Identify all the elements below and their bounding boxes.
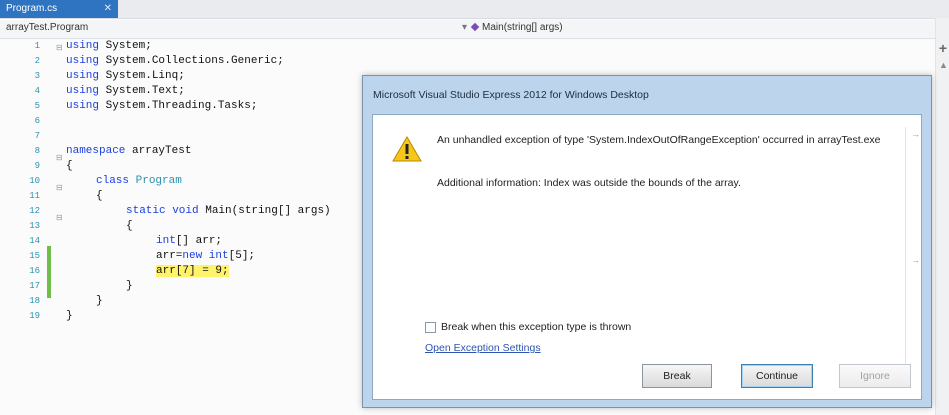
code-line[interactable]: int[] arr; [156, 235, 222, 247]
line-number: 11 [29, 191, 40, 201]
code-line[interactable]: using System.Collections.Generic; [66, 55, 284, 67]
code-line[interactable]: using System; [66, 40, 152, 52]
chevron-down-icon: ▾ [462, 22, 468, 33]
line-number: 2 [34, 56, 40, 66]
code-line[interactable]: using System.Linq; [66, 70, 185, 82]
arrow-right-icon[interactable]: → [911, 255, 920, 265]
code-line[interactable]: arr=new int[5]; [156, 250, 255, 262]
line-number: 6 [34, 116, 40, 126]
arrow-right-icon[interactable]: → [911, 129, 920, 139]
dialog-divider [905, 127, 906, 387]
line-number: 18 [29, 296, 40, 306]
code-line[interactable]: static void Main(string[] args) [126, 205, 331, 217]
line-number: 15 [29, 251, 40, 261]
line-number: 12 [29, 206, 40, 216]
dialog-title: Microsoft Visual Studio Express 2012 for… [373, 89, 649, 101]
change-bar [47, 246, 51, 298]
break-on-exception-checkbox[interactable] [425, 322, 436, 333]
navigation-bar: arrayTest.Program ▾ Main(string[] args) [0, 20, 935, 39]
code-line[interactable]: { [126, 220, 133, 232]
document-tab-title: Program.cs [6, 3, 58, 14]
ignore-button[interactable]: Ignore [839, 364, 911, 388]
line-number: 10 [29, 176, 40, 186]
line-number: 13 [29, 221, 40, 231]
scroll-up-icon[interactable]: ▲ [939, 60, 948, 70]
fold-icon[interactable]: ⊟ [56, 153, 63, 163]
code-line[interactable]: class Program [96, 175, 182, 187]
code-line[interactable]: using System.Text; [66, 85, 185, 97]
document-tab-strip: Program.cs ✕ [0, 0, 949, 19]
line-number: 3 [34, 71, 40, 81]
code-line[interactable]: } [96, 295, 103, 307]
exception-dialog: Microsoft Visual Studio Express 2012 for… [362, 75, 932, 408]
line-number: 8 [34, 146, 40, 156]
warning-icon [392, 136, 422, 162]
line-number: 14 [29, 236, 40, 246]
code-line[interactable]: { [66, 160, 73, 172]
fold-icon[interactable]: ⊟ [56, 213, 63, 223]
additional-information: Additional information: Index was outsid… [437, 177, 741, 189]
code-line[interactable]: } [126, 280, 133, 292]
tab-close-icon[interactable]: ✕ [104, 0, 112, 18]
code-line[interactable]: using System.Threading.Tasks; [66, 100, 257, 112]
vertical-scrollbar[interactable]: + ▲ [935, 18, 949, 415]
open-exception-settings-link[interactable]: Open Exception Settings [425, 342, 541, 354]
break-button[interactable]: Break [642, 364, 712, 388]
line-number: 17 [29, 281, 40, 291]
member-dropdown[interactable]: ▾ Main(string[] args) [462, 22, 563, 33]
exception-highlight: arr[7] = 9; [156, 265, 229, 277]
code-line-exception[interactable]: arr[7] = 9; [156, 265, 229, 277]
class-dropdown[interactable]: arrayTest.Program [6, 22, 88, 33]
code-line[interactable]: namespace arrayTest [66, 145, 191, 157]
code-line[interactable]: { [96, 190, 103, 202]
split-window-icon[interactable]: + [936, 40, 949, 56]
line-number: 7 [34, 131, 40, 141]
member-dropdown-label: Main(string[] args) [482, 22, 563, 33]
method-icon [470, 22, 480, 32]
line-number: 9 [34, 161, 40, 171]
break-on-exception-label[interactable]: Break when this exception type is thrown [441, 321, 631, 333]
exception-message: An unhandled exception of type 'System.I… [437, 134, 881, 146]
document-tab[interactable]: Program.cs ✕ [0, 0, 118, 18]
continue-button[interactable]: Continue [741, 364, 813, 388]
fold-icon[interactable]: ⊟ [56, 43, 63, 53]
line-number: 16 [29, 266, 40, 276]
line-number: 5 [34, 101, 40, 111]
line-number: 1 [34, 41, 40, 51]
line-number: 4 [34, 86, 40, 96]
code-line[interactable]: } [66, 310, 73, 322]
line-number: 19 [29, 311, 40, 321]
dialog-body: An unhandled exception of type 'System.I… [372, 114, 922, 400]
fold-icon[interactable]: ⊟ [56, 183, 63, 193]
